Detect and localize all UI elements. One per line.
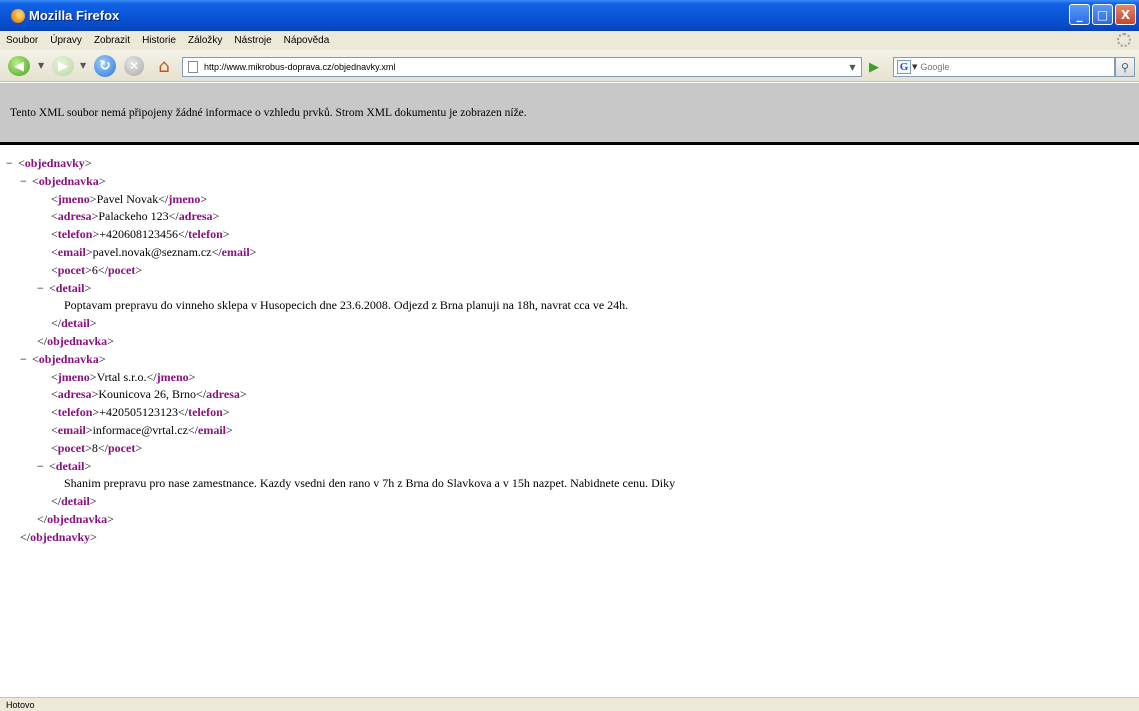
collapse-toggle[interactable]: − — [37, 280, 49, 298]
xml-detail-open: − <detail> — [0, 458, 1139, 476]
xml-element-pocet: <pocet>6</pocet> — [51, 262, 143, 277]
xml-order-open: − <objednavka> — [0, 173, 1139, 191]
minimize-button[interactable]: _ — [1069, 4, 1090, 25]
collapse-toggle[interactable]: − — [6, 155, 18, 173]
xml-value: Vrtal s.r.o. — [96, 369, 147, 384]
search-input[interactable] — [920, 62, 1091, 72]
forward-button[interactable]: ▶ — [52, 56, 74, 76]
menu-soubor[interactable]: Soubor — [6, 35, 38, 46]
xml-detail-text: Shanim prepravu pro nase zamestnance. Ka… — [64, 476, 676, 491]
xml-detail-close: </detail> — [51, 494, 97, 509]
menu-zobrazit[interactable]: Zobrazit — [94, 35, 130, 46]
reload-button[interactable]: ↻ — [94, 55, 116, 77]
xml-value: informace@vrtal.cz — [92, 422, 188, 437]
xml-value: Palackeho 123 — [98, 209, 169, 224]
xml-order-close: </objednavka> — [37, 511, 114, 526]
search-engine-icon[interactable]: G — [897, 60, 911, 74]
menu-upravy[interactable]: Úpravy — [50, 35, 82, 46]
window-controls: _ □ X — [1069, 4, 1136, 25]
throbber-icon — [1117, 33, 1131, 47]
maximize-button[interactable]: □ — [1092, 4, 1113, 25]
close-button[interactable]: X — [1115, 4, 1136, 25]
menu-nastroje[interactable]: Nástroje — [234, 35, 271, 46]
xml-detail-open: − <detail> — [0, 280, 1139, 298]
collapse-toggle[interactable]: − — [20, 351, 32, 369]
xml-element-telefon: <telefon>+420505123123</telefon> — [51, 405, 230, 420]
back-button[interactable]: ◀ — [8, 56, 30, 76]
collapse-toggle[interactable]: − — [20, 173, 32, 191]
xml-element-adresa: <adresa>Kounicova 26, Brno</adresa> — [51, 387, 247, 402]
xml-value: Kounicova 26, Brno — [98, 387, 196, 402]
url-text[interactable]: http://www.mikrobus-doprava.cz/objednavk… — [204, 62, 395, 72]
xml-root-close: </objednavky> — [20, 529, 97, 544]
xml-detail-text: Poptavam prepravu do vinneho sklepa v Hu… — [64, 298, 629, 313]
xml-root-open: − <objednavky> — [0, 155, 1139, 173]
xml-element-telefon: <telefon>+420608123456</telefon> — [51, 227, 230, 242]
go-button[interactable]: ▶ — [866, 59, 882, 75]
back-history-dropdown-icon[interactable]: ▼ — [38, 61, 44, 70]
address-bar[interactable]: http://www.mikrobus-doprava.cz/objednavk… — [182, 57, 862, 77]
search-engine-dropdown-icon[interactable]: ▼ — [912, 63, 917, 71]
menu-napoveda[interactable]: Nápověda — [284, 35, 330, 46]
xml-value: +420505123123 — [99, 405, 178, 420]
xml-detail-close: </detail> — [51, 316, 97, 331]
home-button[interactable]: ⌂ — [153, 55, 175, 77]
window-title: Mozilla Firefox — [29, 8, 120, 23]
xml-element-jmeno: <jmeno>Pavel Novak</jmeno> — [51, 191, 208, 206]
stop-button[interactable]: ✕ — [124, 56, 144, 76]
title-bar: Mozilla Firefox _ □ X — [0, 0, 1139, 31]
navigation-toolbar: ◀ ▼ ▶ ▼ ↻ ✕ ⌂ http://www.mikrobus-doprav… — [0, 50, 1139, 82]
xml-info-banner: Tento XML soubor nemá připojeny žádné in… — [0, 83, 1139, 145]
xml-info-message: Tento XML soubor nemá připojeny žádné in… — [10, 106, 527, 119]
forward-history-dropdown-icon[interactable]: ▼ — [80, 61, 86, 70]
menu-bar: Soubor Úpravy Zobrazit Historie Záložky … — [0, 31, 1139, 50]
status-bar: Hotovo — [0, 697, 1139, 711]
xml-element-jmeno: <jmeno>Vrtal s.r.o.</jmeno> — [51, 369, 196, 384]
xml-element-pocet: <pocet>8</pocet> — [51, 440, 143, 455]
firefox-logo-icon — [11, 8, 25, 23]
url-dropdown-icon[interactable]: ▼ — [844, 58, 861, 76]
xml-value: pavel.novak@seznam.cz — [92, 244, 212, 259]
xml-element-email: <email>pavel.novak@seznam.cz</email> — [51, 244, 257, 259]
menu-historie[interactable]: Historie — [142, 35, 176, 46]
search-button[interactable]: ⚲ — [1115, 57, 1135, 77]
xml-element-adresa: <adresa>Palackeho 123</adresa> — [51, 209, 220, 224]
status-text: Hotovo — [6, 699, 35, 710]
collapse-toggle[interactable]: − — [37, 458, 49, 476]
page-icon — [188, 61, 198, 73]
menu-zalozky[interactable]: Záložky — [188, 35, 222, 46]
xml-order-close: </objednavka> — [37, 333, 114, 348]
search-bar: G ▼ — [893, 57, 1115, 77]
xml-tree: − <objednavky> − <objednavka> <jmeno>Pavel… — [0, 155, 1139, 547]
xml-value: Pavel Novak — [96, 191, 159, 206]
xml-value: +420608123456 — [99, 227, 178, 242]
xml-order-open: − <objednavka> — [0, 351, 1139, 369]
xml-element-email: <email>informace@vrtal.cz</email> — [51, 422, 233, 437]
